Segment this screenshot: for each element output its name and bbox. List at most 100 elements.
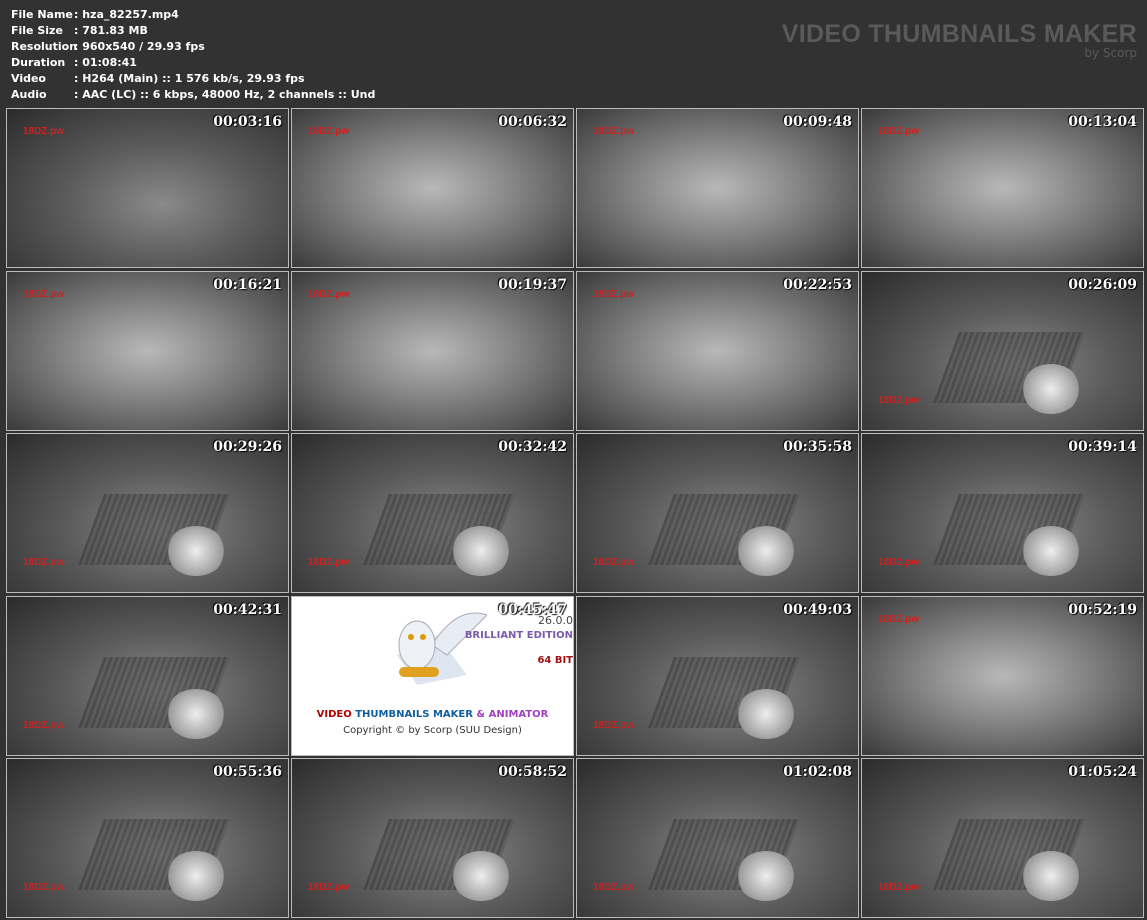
watermark: 18DZ.pw [308,882,350,893]
info-key: File Size [11,24,63,37]
thumbnail-timestamp: 01:05:24 [1068,764,1137,780]
bright-object [166,851,227,902]
info-row: File Size : 781.83 MB [11,23,375,39]
video-thumbnail[interactable]: 18DZ.pw 00:13:04 [861,108,1144,268]
thumbnail-timestamp: 00:13:04 [1068,114,1137,130]
watermark: 18DZ.pw [23,557,65,568]
bright-object [166,526,227,577]
video-thumbnail[interactable]: 18DZ.pw 00:49:03 [576,595,859,756]
info-value: : 960x540 / 29.93 fps [74,40,205,53]
video-thumbnail[interactable]: 18DZ.pw 00:03:16 [6,108,289,268]
video-thumbnail[interactable]: 18DZ.pw 00:52:19 [861,595,1144,756]
info-value: : 01:08:41 [74,56,137,69]
info-row: File Name: hza_82257.mp4 [11,7,375,23]
bright-object [1021,526,1082,577]
watermark: 18DZ.pw [23,288,65,300]
watermark: 18DZ.pw [593,557,635,568]
info-key: Audio [11,88,47,101]
thumbnail-timestamp: 00:06:32 [498,114,567,130]
thumbnail-timestamp: 00:26:09 [1068,276,1137,293]
video-thumbnail[interactable]: 18DZ.pw 00:19:37 [291,270,574,431]
bright-object [166,688,227,739]
thumbnail-timestamp: 00:52:19 [1068,601,1137,618]
promo-title-part: & ANIMATOR [472,708,549,720]
bright-object [1021,363,1082,414]
video-thumbnail[interactable]: 18DZ.pw 00:58:52 [291,758,574,918]
watermark: 18DZ.pw [593,288,635,300]
thumbnail-timestamp: 00:42:31 [213,601,282,618]
info-key: File Name [11,8,73,21]
bright-object [736,526,797,577]
watermark: 18DZ.pw [878,557,920,568]
thumbnail-grid: 18DZ.pw 00:03:16 18DZ.pw 00:06:32 18DZ.pw 00:… [6,108,1144,918]
info-value: : H264 (Main) :: 1 576 kb/s, 29.93 fps [74,72,305,85]
watermark: 18DZ.pw [593,126,635,137]
promo-bits: 64 BIT [537,654,573,666]
video-thumbnail[interactable]: 18DZ.pw 00:42:31 [6,595,289,756]
video-thumbnail[interactable]: 18DZ.pw 00:55:36 [6,758,289,918]
file-info: File Name: hza_82257.mp4 File Size: 781.8… [11,7,375,103]
video-thumbnail[interactable]: 18DZ.pw 01:02:08 [576,758,859,918]
watermark: 18DZ.pw [23,882,65,893]
watermark: 18DZ.pw [308,557,350,568]
owl-logo-icon [397,612,487,685]
watermark: 18DZ.pw [878,613,920,625]
video-thumbnail[interactable]: 18DZ.pw 00:22:53 [576,270,859,431]
info-key: Duration [11,56,66,69]
info-key: Video [11,72,46,85]
video-thumbnail[interactable]: 18DZ.pw 00:26:09 [861,270,1144,431]
watermark: 18DZ.pw [593,719,635,731]
info-value: : 781.83 MB [74,24,148,37]
bright-object [736,851,797,902]
promo-copyright: Copyright © by Scorp (SUU Design) [343,724,522,736]
thumbnail-timestamp: 00:22:53 [783,276,852,293]
bright-object [736,688,797,739]
thumbnail-timestamp: 00:35:58 [783,439,852,455]
promo-title: VIDEO THUMBNAILS MAKER & ANIMATOR [292,709,573,720]
thumbnail-timestamp: 00:03:16 [213,114,282,130]
thumbnail-timestamp: 00:58:52 [498,764,567,780]
info-row: Resolution: 960x540 / 29.93 fps [11,39,375,55]
video-thumbnail[interactable]: 18DZ.pw 00:29:26 [6,433,289,593]
thumbnail-timestamp: 00:29:26 [213,439,282,455]
video-thumbnail[interactable]: 18DZ.pw 00:16:21 [6,270,289,431]
promo-edition: BRILLIANT EDITION [464,629,573,641]
watermark: 18DZ.pw [23,126,65,137]
thumbnail-timestamp: 00:09:48 [783,114,852,130]
thumbnail-timestamp: 00:39:14 [1068,439,1137,455]
info-value: : hza_82257.mp4 [74,8,179,21]
info-row: Duration : 01:08:41 [11,55,375,71]
info-row: Audio : AAC (LC) :: 6 kbps, 48000 Hz, 2 c… [11,87,375,103]
video-thumbnail[interactable]: 18DZ.pw 00:09:48 [576,108,859,268]
bright-object [1021,851,1082,902]
video-thumbnail[interactable]: 18DZ.pw 00:39:14 [861,433,1144,593]
video-thumbnail[interactable]: 18DZ.pw 00:06:32 [291,108,574,268]
video-thumbnail[interactable]: 18DZ.pw 00:32:42 [291,433,574,593]
bright-object [451,851,512,902]
bright-object [451,526,512,577]
thumbnail-timestamp: 00:32:42 [498,439,567,455]
info-key: Resolution [11,40,78,53]
info-row: Video : H264 (Main) :: 1 576 kb/s, 29.93 … [11,71,375,87]
watermark: 18DZ.pw [878,882,920,893]
brand-title: VIDEO THUMBNAILS MAKER [781,20,1137,48]
watermark: 18DZ.pw [23,719,65,731]
thumbnail-timestamp: 00:49:03 [783,601,852,618]
promo-title-part: VIDEO [316,708,356,720]
thumbnail-timestamp: 00:55:36 [213,764,282,780]
promo-version: 26.0.0 [538,613,573,627]
video-thumbnail[interactable]: 18DZ.pw 00:35:58 [576,433,859,593]
watermark: 18DZ.pw [593,882,635,893]
thumbnail-timestamp: 00:16:21 [213,276,282,293]
video-thumbnail[interactable]: 18DZ.pw 01:05:24 [861,758,1144,918]
thumbnail-timestamp: 01:02:08 [783,764,852,780]
promo-title-part: THUMBNAILS MAKER [355,708,473,720]
brand-logo: VIDEO THUMBNAILS MAKER by Scorp [782,20,1137,60]
info-value: : AAC (LC) :: 6 kbps, 48000 Hz, 2 channe… [74,88,376,101]
watermark: 18DZ.pw [308,126,350,137]
thumbnail-timestamp: 00:19:37 [498,276,567,293]
watermark: 18DZ.pw [878,394,920,406]
watermark: 18DZ.pw [308,288,350,300]
watermark: 18DZ.pw [878,126,920,137]
promo-thumbnail: 00:45:47 26.0.0 BRILLIANT EDITION 64 BIT VID… [291,595,574,756]
